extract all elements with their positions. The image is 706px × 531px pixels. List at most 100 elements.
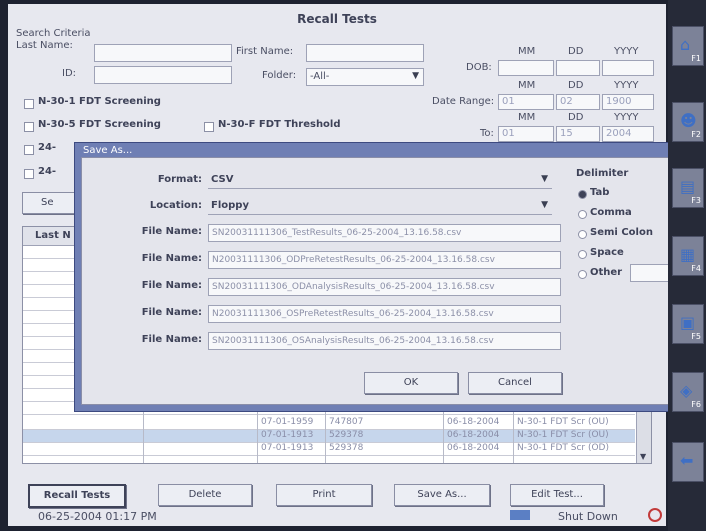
scroll-down-icon[interactable]: ▼ [640,452,646,461]
checkbox-n30-1-label: N-30-1 FDT Screening [38,96,161,107]
f5-key[interactable]: ▣ F5 [672,304,704,344]
file-name-input-1[interactable]: SN20031111306_TestResults_06-25-2004_13.… [208,224,561,242]
cell-dob: 07-01-1913 [261,443,314,453]
range-yyyy-header: YYYY [614,80,639,91]
checkbox-24-b[interactable] [24,169,34,179]
cancel-button[interactable]: Cancel [468,372,562,394]
print-button[interactable]: Print [276,484,372,506]
first-name-input[interactable] [306,44,424,62]
dob-mm-input[interactable] [498,60,554,76]
radio-semicolon[interactable] [578,230,587,239]
save-as-dialog: Save As... Format: CSV ▼ Location: Flopp… [74,142,682,412]
save-as-button[interactable]: Save As... [394,484,490,506]
table-row[interactable]: 07-01-1913 529378 06-18-2004 N-30-1 FDT … [23,443,635,456]
home-icon: ⌂ [680,35,691,54]
radio-semicolon-label: Semi Colon [590,227,653,238]
checkbox-24-b-label: 24- [38,166,57,177]
radio-space[interactable] [578,250,587,259]
dob-yyyy-input[interactable] [602,60,654,76]
shut-down-label[interactable]: Shut Down [558,510,618,523]
search-criteria-label: Search Criteria [16,28,91,39]
cell-date: 06-18-2004 [447,443,500,453]
range-from-yyyy-input[interactable]: 1900 [602,94,654,110]
chevron-down-icon: ▼ [541,200,548,210]
dialog-title: Save As... [83,145,133,156]
radio-other-label: Other [590,267,623,278]
checkbox-n30-f-label: N-30-F FDT Threshold [218,119,341,130]
dob-mm-header: MM [518,46,536,57]
ok-button[interactable]: OK [364,372,458,394]
back-arrow-icon: ⬅ [680,451,694,470]
to-label: To: [480,128,494,139]
f4-key[interactable]: ▦ F4 [672,236,704,276]
checkbox-n30-1[interactable] [24,99,34,109]
checkbox-24-a[interactable] [24,145,34,155]
f5-label: F5 [691,332,701,341]
cell-date: 06-18-2004 [447,430,500,440]
back-key[interactable]: ⬅ [672,442,704,482]
file-name-input-3[interactable]: SN20031111306_ODAnalysisResults_06-25-20… [208,278,561,296]
file-name-label-3: File Name: [141,280,202,291]
folder-value: -All- [310,71,330,82]
file-name-label-5: File Name: [141,334,202,345]
edit-test-button[interactable]: Edit Test... [510,484,604,506]
range-to-dd-value: 15 [560,128,573,139]
range-to-yyyy-input[interactable]: 2004 [602,126,654,142]
checkbox-n30-f[interactable] [204,122,214,132]
f3-label: F3 [691,196,701,205]
range-from-dd-value: 02 [560,96,573,107]
power-icon[interactable] [648,508,662,522]
chart-icon: ▦ [680,245,696,264]
format-select[interactable]: CSV ▼ [208,172,552,189]
f1-home-key[interactable]: ⌂ F1 [672,26,704,66]
range-from-mm-value: 01 [502,96,515,107]
id-input[interactable] [94,66,232,84]
header-last-name: Last N [35,230,71,241]
file-name-input-2[interactable]: N20031111306_ODPreRetestResults_06-25-20… [208,251,561,269]
range-to-mm-header: MM [518,112,536,123]
radio-tab-selected[interactable] [578,190,587,199]
chevron-down-icon: ▼ [412,71,419,81]
cell-date: 06-18-2004 [447,417,500,427]
date-range-label: Date Range: [432,96,495,107]
table-row-selected[interactable]: 07-01-1913 529378 06-18-2004 N-30-1 FDT … [23,430,635,443]
range-from-dd-input[interactable]: 02 [556,94,600,110]
dob-label: DOB: [466,62,492,73]
checkbox-n30-5[interactable] [24,122,34,132]
range-to-yyyy-header: YYYY [614,112,639,123]
cell-dob: 07-01-1959 [261,417,314,427]
f2-key[interactable]: ☻ F2 [672,102,704,142]
f3-key[interactable]: ▤ F3 [672,168,704,208]
cell-id: 747807 [329,417,364,427]
recall-tests-button[interactable]: Recall Tests [28,484,126,508]
format-label: Format: [157,174,202,185]
status-datetime: 06-25-2004 01:17 PM [38,510,157,523]
range-to-dd-input[interactable]: 15 [556,126,600,142]
range-from-mm-input[interactable]: 01 [498,94,554,110]
cell-id: 529378 [329,430,364,440]
checkbox-n30-5-label: N-30-5 FDT Screening [38,119,161,130]
location-select[interactable]: Floppy ▼ [208,198,552,215]
range-dd-header: DD [568,80,584,91]
radio-other[interactable] [578,270,587,279]
table-row[interactable]: 07-01-1959 747807 06-18-2004 N-30-1 FDT … [23,417,635,430]
printer-icon: ▣ [680,313,696,332]
window-title: Recall Tests [297,12,377,26]
f6-key[interactable]: ◈ F6 [672,372,704,412]
file-name-label-1: File Name: [141,226,202,237]
range-to-mm-input[interactable]: 01 [498,126,554,142]
radio-comma[interactable] [578,210,587,219]
other-delimiter-input[interactable] [630,264,670,282]
file-name-input-4[interactable]: N20031111306_OSPreRetestResults_06-25-20… [208,305,561,323]
range-to-mm-value: 01 [502,128,515,139]
first-name-label: First Name: [236,46,294,57]
last-name-input[interactable] [94,44,232,62]
id-label: ID: [62,68,77,79]
f2-label: F2 [691,130,701,139]
delete-button[interactable]: Delete [158,484,252,506]
folder-select[interactable]: -All- ▼ [306,68,424,86]
file-name-input-5[interactable]: SN20031111306_OSAnalysisResults_06-25-20… [208,332,561,350]
dob-dd-input[interactable] [556,60,600,76]
dob-yyyy-header: YYYY [614,46,639,57]
file-name-label-2: File Name: [141,253,202,264]
